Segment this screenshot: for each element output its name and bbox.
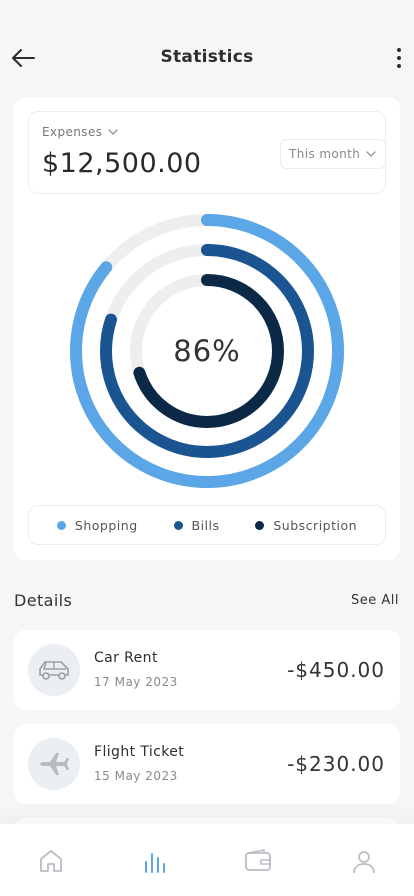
more-vertical-icon	[397, 48, 401, 68]
transaction-name: Flight Ticket	[94, 744, 185, 760]
nav-home[interactable]	[36, 846, 66, 876]
period-select[interactable]: This month	[280, 139, 386, 169]
chart-center-percentage: 86%	[173, 334, 241, 368]
header: Statistics	[0, 0, 414, 110]
transaction-item[interactable]: Car Rent 17 May 2023 -$450.00	[14, 630, 400, 710]
expense-summary: Expenses $12,500.00 This month	[28, 111, 386, 194]
category-label: Expenses	[42, 125, 103, 139]
legend-label: Bills	[191, 517, 220, 533]
home-icon	[40, 850, 62, 872]
category-dropdown[interactable]: Expenses	[42, 125, 119, 139]
profile-icon	[353, 851, 375, 874]
legend-dot	[255, 520, 265, 530]
transaction-icon-wrap	[28, 738, 80, 790]
statistics-icon	[145, 853, 165, 873]
page-title: Statistics	[160, 47, 254, 67]
total-amount: $12,500.00	[42, 148, 202, 179]
wallet-icon	[245, 849, 271, 871]
airplane-icon	[40, 753, 69, 775]
transaction-amount: -$450.00	[287, 658, 385, 682]
nav-statistics[interactable]	[139, 846, 169, 876]
transaction-icon-wrap	[28, 644, 80, 696]
details-heading: Details	[14, 591, 73, 610]
legend-label: Subscription	[273, 517, 358, 533]
chevron-down-icon	[108, 128, 119, 135]
chevron-down-icon	[366, 150, 376, 157]
chart-legend: Shopping Bills Subscription	[28, 505, 386, 545]
legend-dot	[173, 520, 183, 530]
legend-item-subscription: Subscription	[255, 518, 357, 533]
transaction-date: 15 May 2023	[94, 769, 178, 783]
legend-item-shopping: Shopping	[56, 517, 138, 533]
car-icon	[39, 661, 69, 680]
legend-label: Shopping	[74, 517, 138, 533]
transaction-name: Car Rent	[94, 650, 158, 666]
nav-wallet[interactable]	[243, 846, 273, 876]
bottom-navigation	[0, 824, 414, 896]
legend-dot	[56, 520, 66, 530]
see-all-link[interactable]: See All	[351, 593, 399, 608]
transaction-date: 17 May 2023	[94, 675, 178, 689]
period-label: This month	[289, 147, 361, 161]
legend-item-bills: Bills	[173, 517, 220, 533]
transaction-amount: -$230.00	[287, 752, 385, 776]
transaction-item[interactable]: Flight Ticket 15 May 2023 -$230.00	[14, 724, 400, 804]
nav-profile[interactable]	[349, 846, 379, 876]
more-options-button[interactable]	[392, 46, 406, 70]
statistics-card: Expenses $12,500.00 This month 86% Shopp…	[14, 97, 400, 560]
